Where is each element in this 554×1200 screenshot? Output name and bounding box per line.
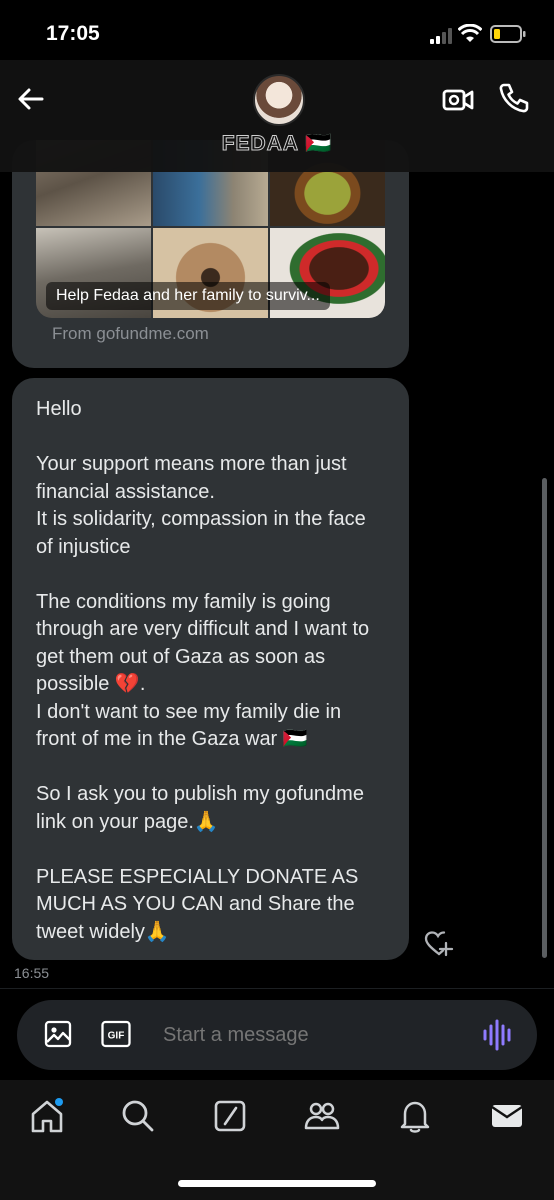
gif-icon[interactable]: GIF <box>101 1020 131 1048</box>
home-icon[interactable] <box>27 1096 67 1136</box>
signal-icon <box>430 28 452 44</box>
wifi-icon <box>458 24 482 42</box>
battery-icon <box>490 25 526 43</box>
home-indicator <box>178 1180 376 1187</box>
communities-icon[interactable] <box>302 1096 342 1136</box>
search-icon[interactable] <box>118 1096 158 1136</box>
phone-icon[interactable] <box>496 80 532 116</box>
notifications-icon[interactable] <box>395 1096 435 1136</box>
received-message-bubble[interactable]: Hello Your support means more than just … <box>12 378 409 960</box>
message-timestamp: 16:55 <box>14 965 50 981</box>
heart-plus-icon[interactable] <box>424 930 454 958</box>
message-text: Hello Your support means more than just … <box>36 398 370 943</box>
scrollbar[interactable] <box>542 478 547 958</box>
voice-wave-icon[interactable] <box>482 1018 514 1052</box>
notification-dot <box>55 1098 63 1106</box>
image-icon[interactable] <box>44 1020 72 1048</box>
message-input[interactable] <box>163 1020 453 1050</box>
link-card-caption[interactable]: Help Fedaa and her family to surviv... <box>46 282 330 310</box>
status-time: 17:05 <box>46 22 100 45</box>
contact-name[interactable]: FEDAA 🇵🇸 <box>0 132 554 156</box>
grok-icon[interactable] <box>210 1096 250 1136</box>
conversation-header: FEDAA 🇵🇸 <box>0 60 554 172</box>
video-call-icon[interactable] <box>440 82 476 118</box>
link-card-source: From gofundme.com <box>52 324 209 343</box>
messages-icon[interactable] <box>487 1096 527 1136</box>
link-preview-card[interactable]: Help Fedaa and her family to surviv... F… <box>12 140 409 368</box>
contact-avatar[interactable] <box>253 74 305 126</box>
gif-label: GIF <box>108 1031 125 1042</box>
back-arrow-icon[interactable] <box>14 82 48 116</box>
